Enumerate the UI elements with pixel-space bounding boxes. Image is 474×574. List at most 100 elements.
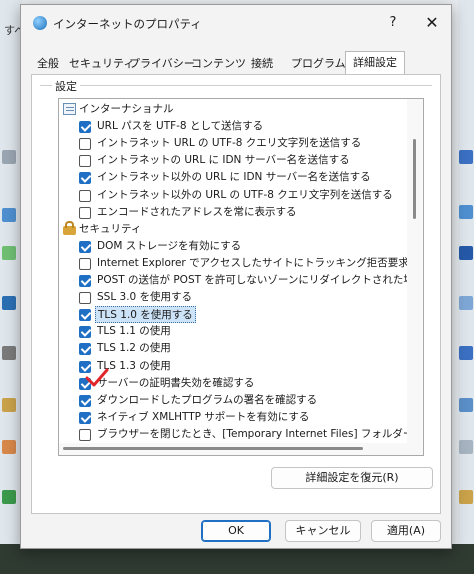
desktop-shortcut-icon[interactable] xyxy=(2,398,16,412)
desktop-shortcut-icon[interactable] xyxy=(2,440,16,454)
checkbox-unchecked[interactable] xyxy=(79,257,91,270)
setting-option[interactable]: エンコードされたアドレスを常に表示する xyxy=(59,204,407,221)
desktop-shortcut-icon[interactable] xyxy=(459,440,473,454)
tab-content[interactable]: コンテンツ xyxy=(191,53,246,75)
checkbox-unchecked[interactable] xyxy=(79,292,91,305)
setting-option-label: Internet Explorer でアクセスしたサイトにトラッキング拒否要求を… xyxy=(97,256,407,269)
setting-option[interactable]: ネイティブ XMLHTTP サポートを有効にする xyxy=(59,409,407,426)
setting-option-label: TLS 1.2 の使用 xyxy=(97,342,171,355)
setting-option[interactable]: DOM ストレージを有効にする xyxy=(59,238,407,255)
checkbox-checked[interactable] xyxy=(79,326,91,339)
setting-option-label: TLS 1.0 を使用する xyxy=(95,306,196,324)
settings-group-label: 設定 xyxy=(52,78,80,94)
checkbox-checked[interactable] xyxy=(79,394,91,407)
setting-option[interactable]: イントラネットの URL に IDN サーバー名を送信する xyxy=(59,152,407,169)
desktop-shortcut-icon[interactable] xyxy=(2,490,16,504)
ok-button[interactable]: OK xyxy=(201,520,271,542)
globe-folder-icon xyxy=(63,103,76,115)
category-label: セキュリティ xyxy=(79,222,142,235)
cancel-button[interactable]: キャンセル xyxy=(285,520,361,542)
advanced-settings-panel: 設定 インターナショナル URL パスを UTF-8 として送信するイントラネット… xyxy=(31,74,441,514)
setting-option[interactable]: TLS 1.3 の使用 xyxy=(59,358,407,375)
setting-option[interactable]: ダウンロードしたプログラムの署名を確認する xyxy=(59,392,407,409)
lock-icon xyxy=(63,220,76,235)
setting-option-label: エンコードされたアドレスを常に表示する xyxy=(97,205,297,218)
restore-advanced-settings-button[interactable]: 詳細設定を復元(R) xyxy=(271,467,433,489)
tab-advanced[interactable]: 詳細設定 xyxy=(345,51,405,75)
setting-option[interactable]: ブラウザーを閉じたとき、[Temporary Internet Files] フ… xyxy=(59,426,407,443)
tab-connections[interactable]: 接続 xyxy=(245,53,279,75)
desktop-shortcut-icon[interactable] xyxy=(2,208,16,222)
settings-category: セキュリティ xyxy=(59,220,407,238)
horizontal-scrollbar[interactable] xyxy=(59,443,407,455)
setting-option-label: TLS 1.1 の使用 xyxy=(97,325,171,338)
horizontal-scroll-thumb[interactable] xyxy=(63,447,363,450)
vertical-scroll-thumb[interactable] xyxy=(413,139,416,219)
checkbox-unchecked[interactable] xyxy=(79,189,91,202)
setting-option-label: イントラネット URL の UTF-8 クエリ文字列を送信する xyxy=(97,137,362,150)
setting-option-label: POST の送信が POST を許可しないゾーンにリダイレクトされた場合に警告 xyxy=(97,274,407,286)
setting-option[interactable]: TLS 1.1 の使用 xyxy=(59,323,407,340)
checkbox-checked[interactable] xyxy=(79,121,91,134)
checkbox-checked[interactable] xyxy=(79,343,91,356)
setting-option-label: SSL 3.0 を使用する xyxy=(97,291,193,304)
checkbox-unchecked[interactable] xyxy=(79,155,91,168)
checkbox-checked[interactable] xyxy=(79,309,91,322)
close-button[interactable]: ✕ xyxy=(421,13,443,33)
setting-option-label: イントラネット以外の URL の UTF-8 クエリ文字列を送信する xyxy=(97,188,393,201)
desktop-shortcut-icon[interactable] xyxy=(2,346,16,360)
desktop-shortcut-icon[interactable] xyxy=(2,150,16,164)
settings-tree: インターナショナル URL パスを UTF-8 として送信するイントラネット UR… xyxy=(58,98,424,456)
checkbox-unchecked[interactable] xyxy=(79,206,91,219)
setting-option[interactable]: URL パスを UTF-8 として送信する xyxy=(59,118,407,135)
tab-privacy[interactable]: プライバシー xyxy=(129,53,195,75)
internet-properties-dialog: インターネットのプロパティ ? ✕ 全般 セキュリティ プライバシー コンテンツ… xyxy=(20,4,452,549)
title-bar[interactable]: インターネットのプロパティ ? ✕ xyxy=(21,5,451,39)
checkbox-unchecked[interactable] xyxy=(79,428,91,441)
desktop-shortcut-icon[interactable] xyxy=(459,346,473,360)
setting-option[interactable]: サーバーの証明書失効を確認する xyxy=(59,375,407,392)
desktop-shortcut-icon[interactable] xyxy=(2,246,16,260)
checkbox-checked[interactable] xyxy=(79,172,91,185)
desktop-shortcut-icon[interactable] xyxy=(459,490,473,504)
tab-security[interactable]: セキュリティ xyxy=(69,53,134,75)
setting-option[interactable]: POST の送信が POST を許可しないゾーンにリダイレクトされた場合に警告 xyxy=(59,272,407,289)
category-label: インターナショナル xyxy=(79,103,174,115)
setting-option[interactable]: Internet Explorer でアクセスしたサイトにトラッキング拒否要求を… xyxy=(59,255,407,272)
setting-option-label: イントラネットの URL に IDN サーバー名を送信する xyxy=(97,154,350,167)
group-divider xyxy=(40,85,432,86)
checkbox-checked[interactable] xyxy=(79,240,91,253)
internet-options-globe-icon xyxy=(33,16,47,30)
setting-option[interactable]: イントラネット URL の UTF-8 クエリ文字列を送信する xyxy=(59,135,407,152)
dialog-title: インターネットのプロパティ xyxy=(53,17,202,31)
red-check-annotation-icon xyxy=(85,368,109,387)
desktop-shortcut-icon[interactable] xyxy=(459,246,473,260)
desktop-shortcut-icon[interactable] xyxy=(459,398,473,412)
desktop-left-strip xyxy=(0,0,22,574)
setting-option[interactable]: イントラネット以外の URL の UTF-8 クエリ文字列を送信する xyxy=(59,187,407,204)
setting-option[interactable]: イントラネット以外の URL に IDN サーバー名を送信する xyxy=(59,169,407,186)
apply-button[interactable]: 適用(A) xyxy=(371,520,441,542)
checkbox-unchecked[interactable] xyxy=(79,138,91,151)
setting-option[interactable]: TLS 1.0 を使用する xyxy=(59,306,407,324)
tab-general[interactable]: 全般 xyxy=(33,53,63,75)
setting-option[interactable]: SSL 3.0 を使用する xyxy=(59,289,407,306)
settings-category: インターナショナル xyxy=(59,101,407,118)
desktop-shortcut-icon[interactable] xyxy=(459,150,473,164)
setting-option-label: ダウンロードしたプログラムの署名を確認する xyxy=(97,393,318,406)
tab-programs[interactable]: プログラム xyxy=(291,53,346,75)
setting-option-label: イントラネット以外の URL に IDN サーバー名を送信する xyxy=(97,171,371,184)
setting-option-label: DOM ストレージを有効にする xyxy=(97,239,242,252)
setting-option-label: サーバーの証明書失効を確認する xyxy=(97,376,255,389)
desktop-shortcut-icon[interactable] xyxy=(2,296,16,310)
setting-option[interactable]: TLS 1.2 の使用 xyxy=(59,340,407,357)
checkbox-checked[interactable] xyxy=(79,275,91,287)
vertical-scrollbar[interactable] xyxy=(407,99,423,455)
desktop-shortcut-icon[interactable] xyxy=(459,296,473,310)
settings-tree-content: インターナショナル URL パスを UTF-8 として送信するイントラネット UR… xyxy=(59,99,407,455)
desktop-shortcut-icon[interactable] xyxy=(459,205,473,219)
tab-strip: 全般 セキュリティ プライバシー コンテンツ 接続 プログラム 詳細設定 xyxy=(31,51,441,75)
checkbox-checked[interactable] xyxy=(79,411,91,424)
setting-option-label: ブラウザーを閉じたとき、[Temporary Internet Files] フ… xyxy=(97,427,407,440)
help-button[interactable]: ? xyxy=(383,13,403,33)
